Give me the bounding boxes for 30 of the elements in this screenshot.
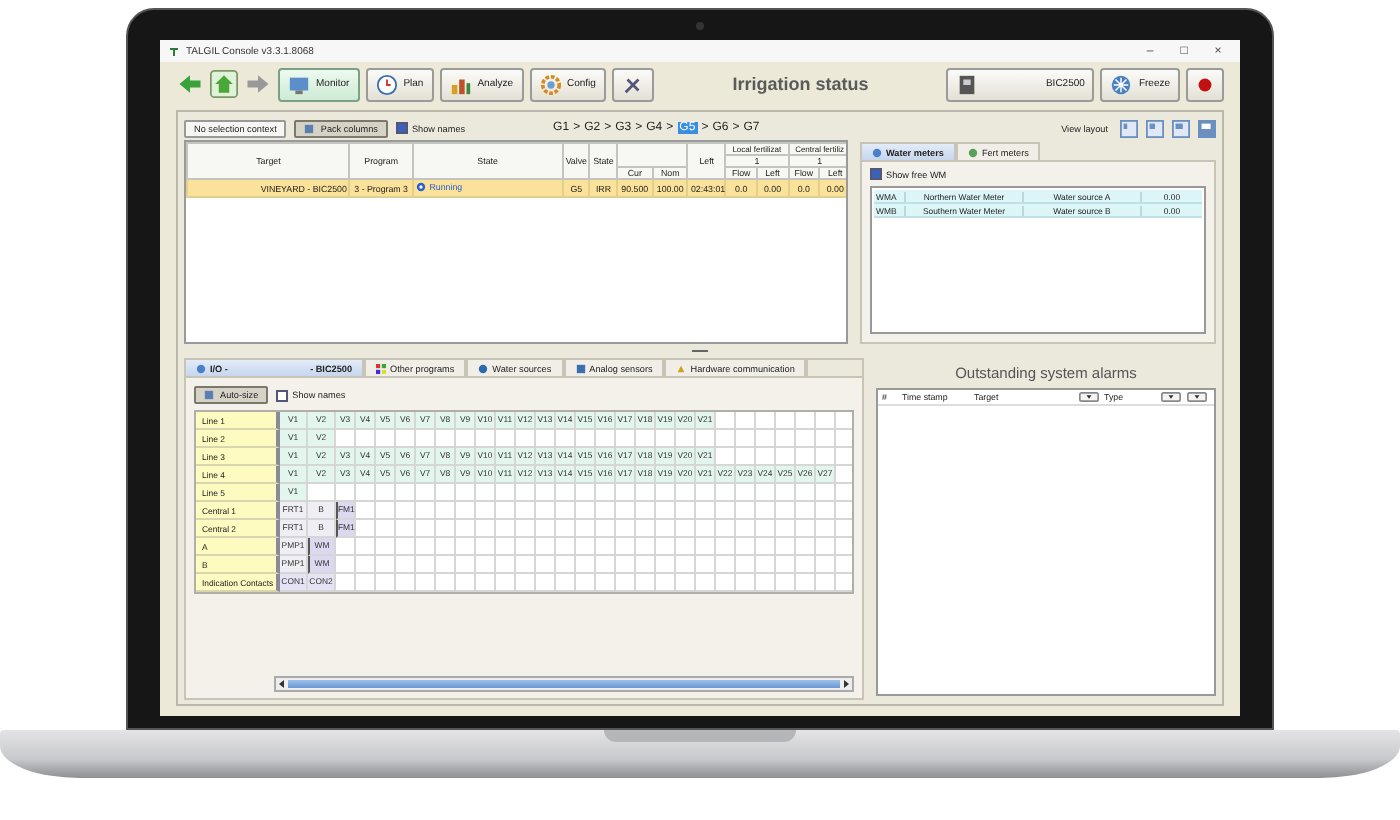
scroll-left-icon[interactable]: [276, 678, 288, 690]
dropdown-icon[interactable]: [1160, 392, 1182, 402]
dropdown-icon[interactable]: [1078, 392, 1100, 402]
snowflake-icon: [1110, 73, 1133, 95]
dropdown-icon[interactable]: [1186, 392, 1208, 402]
horizontal-scrollbar[interactable]: [274, 676, 854, 692]
stop-icon: [1194, 73, 1216, 95]
settings-icon: [539, 73, 561, 95]
controller-icon: [956, 73, 979, 95]
triangle-icon: [676, 363, 687, 373]
layout-icon[interactable]: [1198, 119, 1216, 137]
clock-icon: [375, 73, 398, 95]
home-icon[interactable]: [210, 70, 238, 98]
back-icon[interactable]: [176, 70, 204, 98]
forward-icon[interactable]: [244, 70, 272, 98]
app-icon: [168, 45, 180, 57]
layout-icon[interactable]: [1146, 119, 1164, 137]
monitor-icon: [288, 73, 310, 95]
square-icon: [575, 363, 586, 373]
circle-icon: [196, 363, 206, 373]
tools-icon: [621, 73, 644, 95]
circle-icon: [478, 363, 489, 373]
layout-icon[interactable]: [1120, 119, 1138, 137]
grid-icon: [376, 363, 386, 373]
running-icon: [415, 182, 426, 192]
stop-button[interactable]: [1186, 67, 1224, 101]
scroll-right-icon[interactable]: [840, 678, 852, 690]
layout-icon[interactable]: [1172, 119, 1190, 137]
page-title: Irrigation status: [730, 74, 871, 94]
tools-button[interactable]: [611, 67, 654, 101]
